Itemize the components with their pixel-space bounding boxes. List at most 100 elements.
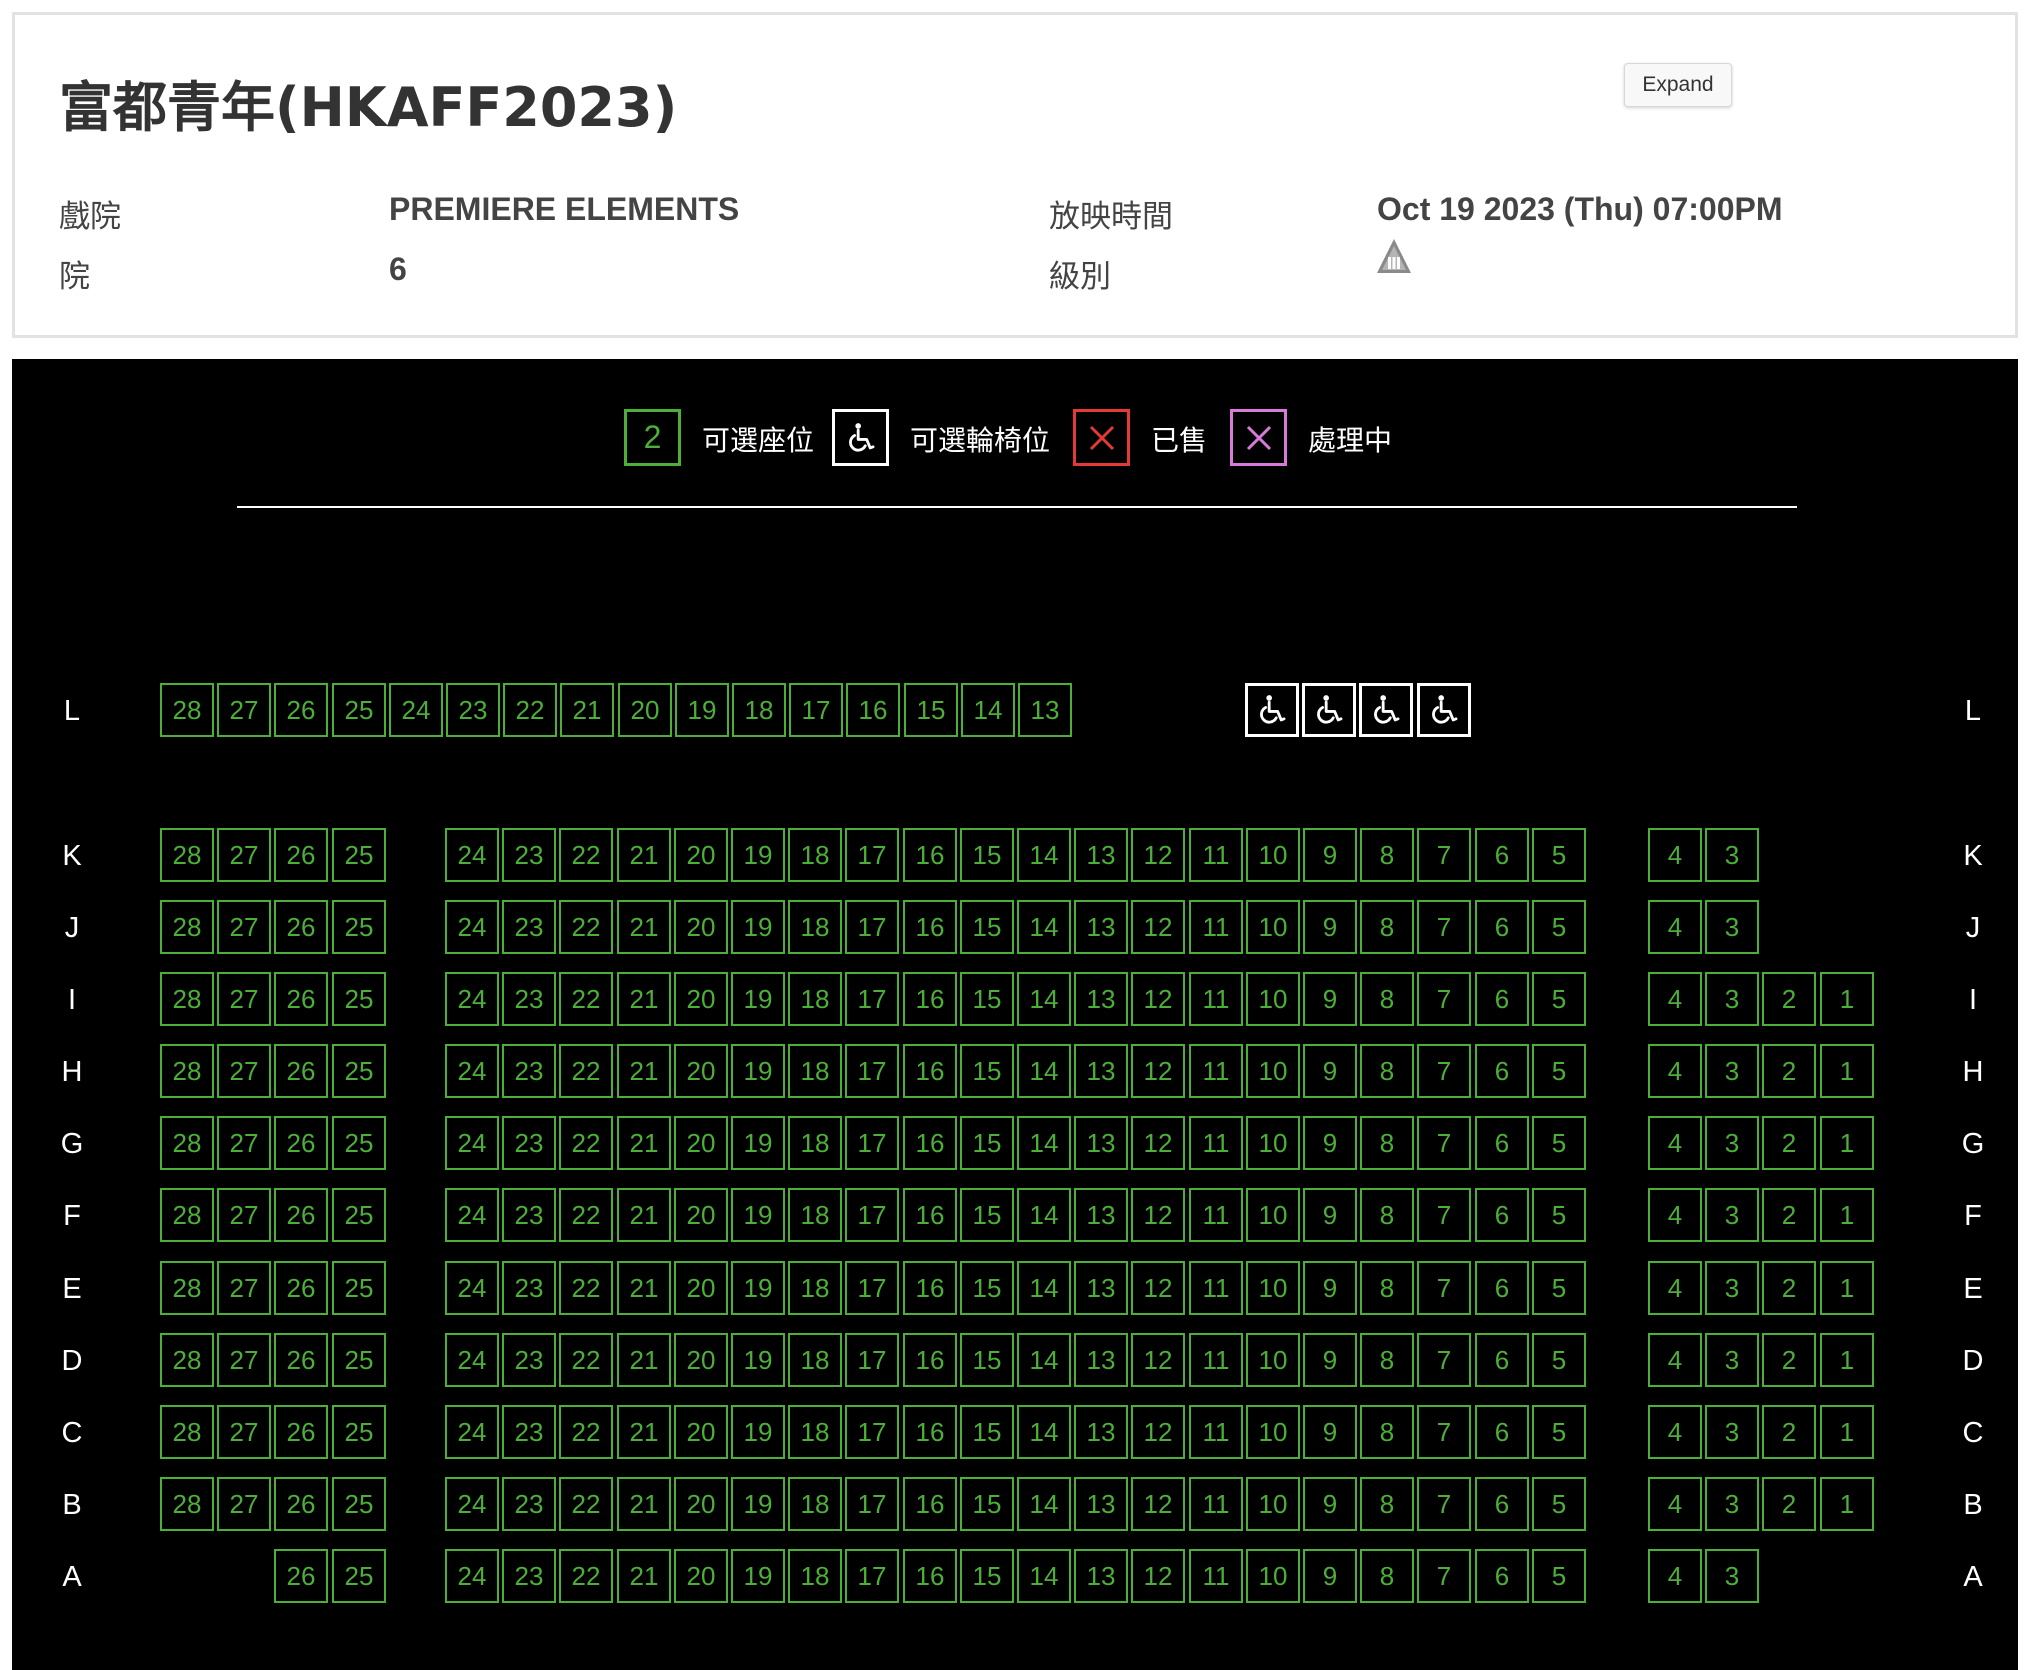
seat-k-19[interactable]: 19 [731, 828, 785, 882]
seat-g-15[interactable]: 15 [960, 1116, 1014, 1170]
seat-h-13[interactable]: 13 [1074, 1044, 1128, 1098]
seat-f-12[interactable]: 12 [1131, 1188, 1185, 1242]
seat-h-14[interactable]: 14 [1017, 1044, 1071, 1098]
seat-f-23[interactable]: 23 [502, 1188, 556, 1242]
seat-a-5[interactable]: 5 [1532, 1549, 1586, 1603]
seat-c-3[interactable]: 3 [1705, 1405, 1759, 1459]
seat-f-3[interactable]: 3 [1705, 1188, 1759, 1242]
seat-a-10[interactable]: 10 [1246, 1549, 1300, 1603]
seat-j-3[interactable]: 3 [1705, 900, 1759, 954]
seat-e-2[interactable]: 2 [1762, 1261, 1816, 1315]
seat-j-28[interactable]: 28 [160, 900, 214, 954]
seat-b-4[interactable]: 4 [1648, 1477, 1702, 1531]
seat-d-16[interactable]: 16 [903, 1333, 957, 1387]
seat-f-2[interactable]: 2 [1762, 1188, 1816, 1242]
seat-i-27[interactable]: 27 [217, 972, 271, 1026]
seat-b-5[interactable]: 5 [1532, 1477, 1586, 1531]
seat-c-7[interactable]: 7 [1417, 1405, 1471, 1459]
seat-d-10[interactable]: 10 [1246, 1333, 1300, 1387]
seat-j-13[interactable]: 13 [1074, 900, 1128, 954]
seat-a-7[interactable]: 7 [1417, 1549, 1471, 1603]
seat-e-20[interactable]: 20 [674, 1261, 728, 1315]
seat-c-4[interactable]: 4 [1648, 1405, 1702, 1459]
seat-d-20[interactable]: 20 [674, 1333, 728, 1387]
seat-f-13[interactable]: 13 [1074, 1188, 1128, 1242]
seat-i-2[interactable]: 2 [1762, 972, 1816, 1026]
seat-b-3[interactable]: 3 [1705, 1477, 1759, 1531]
seat-b-6[interactable]: 6 [1475, 1477, 1529, 1531]
seat-h-26[interactable]: 26 [274, 1044, 328, 1098]
seat-e-24[interactable]: 24 [445, 1261, 499, 1315]
seat-h-23[interactable]: 23 [502, 1044, 556, 1098]
seat-g-14[interactable]: 14 [1017, 1116, 1071, 1170]
seat-j-12[interactable]: 12 [1131, 900, 1185, 954]
seat-b-28[interactable]: 28 [160, 1477, 214, 1531]
seat-l-22[interactable]: 22 [503, 683, 557, 737]
seat-i-7[interactable]: 7 [1417, 972, 1471, 1026]
seat-b-7[interactable]: 7 [1417, 1477, 1471, 1531]
seat-l-18[interactable]: 18 [732, 683, 786, 737]
wheelchair-seat-l-1[interactable] [1245, 683, 1299, 737]
seat-k-9[interactable]: 9 [1303, 828, 1357, 882]
seat-c-18[interactable]: 18 [788, 1405, 842, 1459]
seat-k-24[interactable]: 24 [445, 828, 499, 882]
seat-i-10[interactable]: 10 [1246, 972, 1300, 1026]
seat-k-21[interactable]: 21 [617, 828, 671, 882]
seat-g-8[interactable]: 8 [1360, 1116, 1414, 1170]
seat-f-28[interactable]: 28 [160, 1188, 214, 1242]
seat-j-23[interactable]: 23 [502, 900, 556, 954]
seat-d-1[interactable]: 1 [1820, 1333, 1874, 1387]
seat-h-1[interactable]: 1 [1820, 1044, 1874, 1098]
seat-k-26[interactable]: 26 [274, 828, 328, 882]
seat-c-26[interactable]: 26 [274, 1405, 328, 1459]
seat-l-27[interactable]: 27 [217, 683, 271, 737]
seat-c-22[interactable]: 22 [559, 1405, 613, 1459]
seat-e-28[interactable]: 28 [160, 1261, 214, 1315]
seat-k-18[interactable]: 18 [788, 828, 842, 882]
seat-a-19[interactable]: 19 [731, 1549, 785, 1603]
seat-e-7[interactable]: 7 [1417, 1261, 1471, 1315]
seat-a-26[interactable]: 26 [274, 1549, 328, 1603]
seat-l-24[interactable]: 24 [389, 683, 443, 737]
seat-f-24[interactable]: 24 [445, 1188, 499, 1242]
seat-h-15[interactable]: 15 [960, 1044, 1014, 1098]
seat-b-9[interactable]: 9 [1303, 1477, 1357, 1531]
seat-i-26[interactable]: 26 [274, 972, 328, 1026]
seat-d-15[interactable]: 15 [960, 1333, 1014, 1387]
seat-g-5[interactable]: 5 [1532, 1116, 1586, 1170]
seat-d-13[interactable]: 13 [1074, 1333, 1128, 1387]
seat-a-20[interactable]: 20 [674, 1549, 728, 1603]
seat-f-25[interactable]: 25 [332, 1188, 386, 1242]
seat-a-8[interactable]: 8 [1360, 1549, 1414, 1603]
seat-j-6[interactable]: 6 [1475, 900, 1529, 954]
seat-h-20[interactable]: 20 [674, 1044, 728, 1098]
seat-g-18[interactable]: 18 [788, 1116, 842, 1170]
seat-i-4[interactable]: 4 [1648, 972, 1702, 1026]
seat-i-5[interactable]: 5 [1532, 972, 1586, 1026]
seat-i-25[interactable]: 25 [332, 972, 386, 1026]
seat-g-13[interactable]: 13 [1074, 1116, 1128, 1170]
seat-a-18[interactable]: 18 [788, 1549, 842, 1603]
seat-h-19[interactable]: 19 [731, 1044, 785, 1098]
seat-c-28[interactable]: 28 [160, 1405, 214, 1459]
seat-h-21[interactable]: 21 [617, 1044, 671, 1098]
seat-e-13[interactable]: 13 [1074, 1261, 1128, 1315]
seat-b-16[interactable]: 16 [903, 1477, 957, 1531]
seat-h-8[interactable]: 8 [1360, 1044, 1414, 1098]
seat-b-20[interactable]: 20 [674, 1477, 728, 1531]
seat-f-21[interactable]: 21 [617, 1188, 671, 1242]
seat-f-10[interactable]: 10 [1246, 1188, 1300, 1242]
seat-g-23[interactable]: 23 [502, 1116, 556, 1170]
seat-b-13[interactable]: 13 [1074, 1477, 1128, 1531]
seat-b-23[interactable]: 23 [502, 1477, 556, 1531]
seat-l-26[interactable]: 26 [274, 683, 328, 737]
seat-h-12[interactable]: 12 [1131, 1044, 1185, 1098]
seat-d-11[interactable]: 11 [1189, 1333, 1243, 1387]
seat-j-8[interactable]: 8 [1360, 900, 1414, 954]
seat-h-27[interactable]: 27 [217, 1044, 271, 1098]
seat-a-17[interactable]: 17 [845, 1549, 899, 1603]
seat-k-10[interactable]: 10 [1246, 828, 1300, 882]
seat-f-19[interactable]: 19 [731, 1188, 785, 1242]
seat-l-23[interactable]: 23 [446, 683, 500, 737]
wheelchair-seat-l-4[interactable] [1417, 683, 1471, 737]
